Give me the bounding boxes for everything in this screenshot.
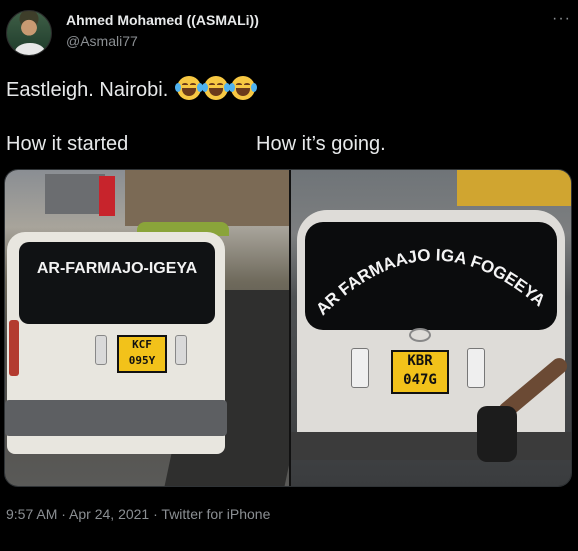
bottle bbox=[477, 406, 517, 462]
tweet-time[interactable]: 9:57 AM bbox=[6, 506, 57, 522]
rear-window-text: AR-FARMAJO-IGEYA bbox=[36, 260, 198, 277]
tweet-footer: 9:57 AM · Apr 24, 2021 · Twitter for iPh… bbox=[6, 506, 270, 522]
building bbox=[125, 170, 289, 226]
author-name[interactable]: Ahmed Mohamed ((ASMALi)) bbox=[66, 12, 259, 28]
avatar[interactable] bbox=[6, 10, 52, 56]
street-sign bbox=[99, 176, 115, 216]
bus bbox=[457, 170, 571, 206]
tweet-date[interactable]: Apr 24, 2021 bbox=[69, 506, 149, 522]
caption-how-its-going: How it’s going. bbox=[256, 133, 386, 155]
bumper bbox=[291, 432, 571, 460]
plate-line-2: 047G bbox=[403, 372, 437, 388]
plate-line-2: 095Y bbox=[128, 354, 156, 367]
bumper bbox=[5, 400, 227, 436]
reverse-light bbox=[467, 348, 485, 388]
face-with-tears-of-joy-icon bbox=[201, 76, 230, 100]
reverse-light bbox=[175, 335, 187, 365]
photo-right[interactable]: AR FARMAAJO IGA FOGEEYA KBR 047G bbox=[291, 170, 571, 486]
license-plate: KBR 047G bbox=[391, 350, 449, 394]
toyota-logo bbox=[409, 328, 431, 342]
plate-line-1: KCF bbox=[132, 338, 152, 351]
more-icon[interactable]: ··· bbox=[552, 10, 571, 28]
rear-window bbox=[19, 242, 215, 324]
reverse-light bbox=[351, 348, 369, 388]
tweet-text-row: Eastleigh. Nairobi. bbox=[6, 76, 257, 102]
tweet-media[interactable]: AR-FARMAJO-IGEYA KCF 095Y AR FARMAAJO IG… bbox=[4, 169, 572, 487]
tail-light bbox=[9, 320, 19, 376]
svg-text:AR FARMAAJO IGA FOGEEYA: AR FARMAAJO IGA FOGEEYA bbox=[312, 245, 549, 318]
face-with-tears-of-joy-icon bbox=[174, 76, 203, 100]
photo-left[interactable]: AR-FARMAJO-IGEYA KCF 095Y bbox=[5, 170, 289, 486]
tweet-header: Ahmed Mohamed ((ASMALi)) @Asmali77 ··· bbox=[0, 0, 578, 64]
face-with-tears-of-joy-icon bbox=[228, 76, 257, 100]
building bbox=[45, 174, 105, 214]
license-plate: KCF 095Y bbox=[117, 335, 167, 373]
rear-window-text-wrap: AR FARMAAJO IGA FOGEEYA bbox=[305, 222, 557, 330]
separator-dot: · bbox=[61, 506, 70, 522]
tweet-client[interactable]: Twitter for iPhone bbox=[161, 506, 270, 522]
reverse-light bbox=[95, 335, 107, 365]
caption-how-it-started: How it started bbox=[6, 133, 129, 155]
plate-line-1: KBR bbox=[407, 353, 433, 369]
tweet-text: Eastleigh. Nairobi. bbox=[6, 79, 169, 101]
author-handle[interactable]: @Asmali77 bbox=[66, 33, 138, 49]
rear-window-text: AR FARMAAJO IGA FOGEEYA bbox=[312, 245, 549, 318]
